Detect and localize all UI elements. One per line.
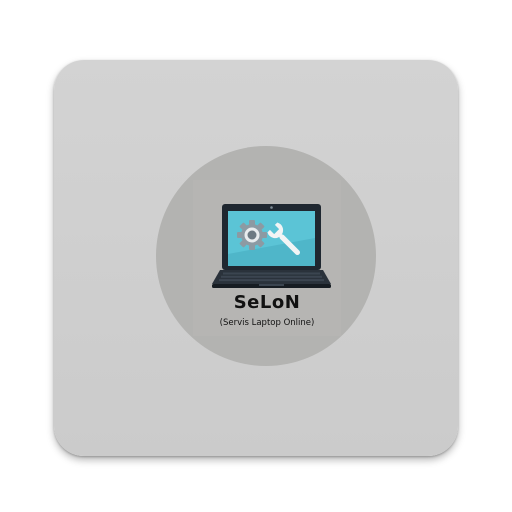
laptop-repair-icon xyxy=(212,204,331,288)
logo-plate: SeLoN (Servis Laptop Online) xyxy=(193,180,341,336)
brand-tagline: (Servis Laptop Online) xyxy=(219,318,315,328)
icon-canvas: SeLoN (Servis Laptop Online) xyxy=(0,0,512,512)
brand-name: SeLoN xyxy=(233,292,301,313)
logo-emblem-circle: SeLoN (Servis Laptop Online) xyxy=(156,146,376,366)
app-icon-tile[interactable]: SeLoN (Servis Laptop Online) xyxy=(54,60,458,456)
